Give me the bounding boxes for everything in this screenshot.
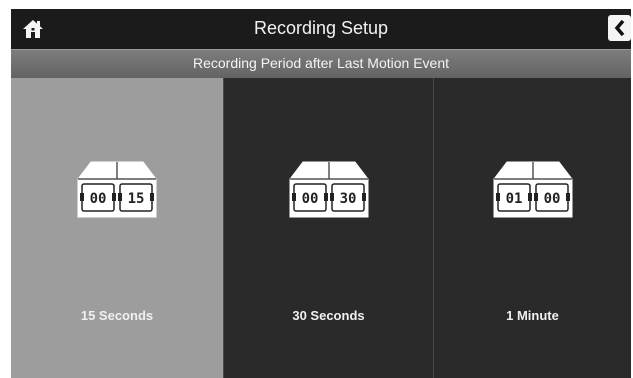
option-1-minute[interactable]: 01 00 1 Minute (433, 78, 631, 378)
option-label: 15 Seconds (80, 308, 154, 323)
option-label: 1 Minute (506, 308, 559, 323)
clock-digits-right: 00 (543, 191, 560, 207)
section-header: Recording Period after Last Motion Event (11, 49, 631, 78)
option-15-seconds[interactable]: 00 15 15 Seconds (11, 78, 223, 378)
clock-digits-left: 01 (505, 191, 522, 207)
flip-clock-icon: 00 30 (289, 161, 368, 218)
option-label: 30 Seconds (292, 308, 365, 323)
home-icon (23, 20, 43, 38)
clock-digits-right: 15 (128, 191, 145, 207)
clock-digits-left: 00 (301, 191, 318, 207)
home-button[interactable] (11, 9, 55, 49)
flip-clock-icon: 00 15 (77, 161, 157, 218)
section-title: Recording Period after Last Motion Event (192, 55, 450, 71)
back-arrow-icon (614, 20, 624, 36)
recording-period-options: 00 15 15 Seconds 00 30 30 Seconds 01 00 … (11, 78, 631, 378)
flip-clock-icon: 01 00 (493, 161, 572, 218)
top-bar: Recording Setup (11, 9, 631, 49)
clock-digits-right: 30 (339, 191, 356, 207)
option-30-seconds[interactable]: 00 30 30 Seconds (223, 78, 433, 378)
back-button[interactable] (608, 15, 631, 41)
page-title: Recording Setup (253, 18, 389, 38)
recording-setup-screen: Recording Setup Recording Period after L… (11, 9, 631, 378)
clock-digits-left: 00 (90, 191, 107, 207)
